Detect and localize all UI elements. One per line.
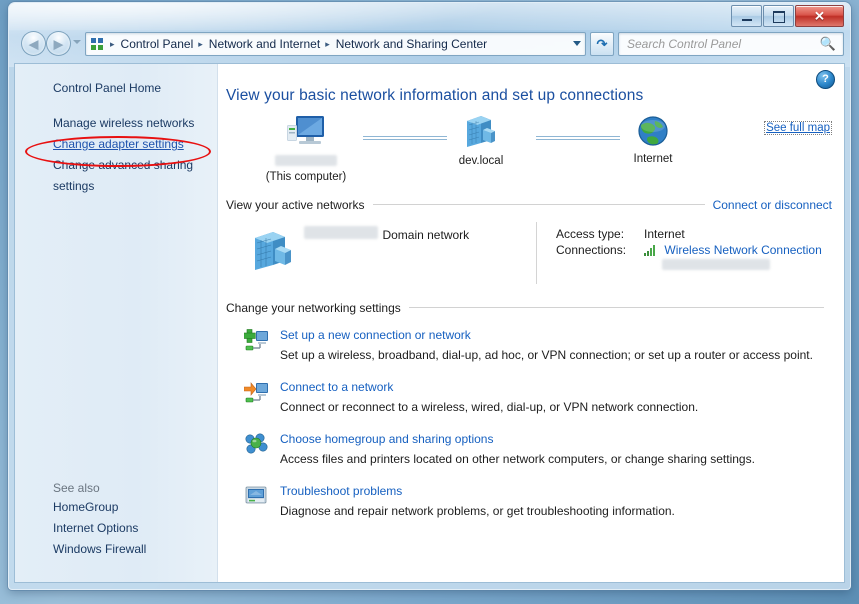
active-network-details: Access type: Internet Connections: Wirel…	[556, 226, 822, 271]
sidebar-item-change-advanced-sharing-settings[interactable]: Change advanced sharing	[15, 155, 217, 176]
troubleshoot-icon	[244, 485, 270, 509]
access-type-row: Access type: Internet	[556, 226, 822, 242]
setting-set-up-new-connection[interactable]: Set up a new connection or network Set u…	[226, 327, 832, 373]
sidebar-item-windows-firewall[interactable]: Windows Firewall	[15, 539, 217, 560]
set-up-new-connection-description: Set up a wireless, broadband, dial-up, a…	[280, 348, 813, 362]
network-map-node-computer-label: (This computer)	[246, 155, 366, 184]
breadcrumb-separator-2[interactable]: ▸	[322, 39, 334, 50]
connections-value: Wireless Network Connection	[644, 242, 822, 271]
connections-row: Connections: Wireless Network Connection	[556, 242, 822, 271]
network-map-node-domain-label: dev.local	[458, 155, 504, 167]
help-icon[interactable]: ?	[816, 70, 835, 89]
breadcrumb-separator-0[interactable]: ▸	[107, 39, 119, 50]
networking-settings-header: Change your networking settings	[226, 298, 832, 317]
computer-icon	[246, 113, 366, 153]
redacted-ssid	[662, 259, 771, 270]
network-map-node-internet-label: Internet	[633, 153, 673, 165]
access-type-value: Internet	[644, 227, 685, 241]
connect-to-network-description: Connect or reconnect to a wireless, wire…	[280, 400, 699, 414]
active-network-text: Domain network	[304, 226, 469, 244]
redacted-network-name	[304, 226, 378, 239]
homegroup-icon	[244, 433, 270, 457]
connections-label: Connections:	[556, 243, 627, 257]
window-title-bar: ✕ ◀ ▶ ▸ Control Panel ▸ Network and Inte…	[9, 3, 850, 67]
wireless-network-connection-link[interactable]: Wireless Network Connection	[664, 243, 821, 257]
sidebar-item-manage-wireless-networks[interactable]: Manage wireless networks	[15, 113, 217, 134]
see-full-map-link[interactable]: See full map	[764, 121, 832, 135]
minimize-icon	[742, 19, 752, 21]
forward-arrow-icon: ▶	[53, 36, 64, 51]
back-button[interactable]: ◀	[21, 31, 46, 56]
search-input[interactable]: Search Control Panel	[627, 37, 820, 51]
minimize-button[interactable]	[731, 5, 762, 27]
sidebar-item-control-panel-home[interactable]: Control Panel Home	[15, 78, 217, 99]
refresh-icon: ↷	[596, 36, 608, 52]
see-also-section: See also HomeGroup Internet Options Wind…	[15, 479, 217, 560]
active-network-panel: Domain network Access type: Internet Con…	[226, 220, 832, 298]
explorer-window: ✕ ◀ ▶ ▸ Control Panel ▸ Network and Inte…	[8, 2, 851, 590]
breadcrumb-item-network-and-internet[interactable]: Network and Internet	[207, 37, 322, 51]
sidebar-item-change-advanced-sharing-settings-line2: settings	[53, 179, 95, 193]
sidebar-item-internet-options[interactable]: Internet Options	[15, 518, 217, 539]
network-map-node-internet[interactable]: Internet	[593, 113, 713, 167]
signal-bars-icon	[644, 244, 658, 256]
breadcrumb-item-network-and-sharing-center[interactable]: Network and Sharing Center	[334, 37, 489, 51]
breadcrumb: ▸ Control Panel ▸ Network and Internet ▸…	[107, 37, 489, 51]
address-bar[interactable]: ▸ Control Panel ▸ Network and Internet ▸…	[85, 32, 586, 56]
connect-or-disconnect-link[interactable]: Connect or disconnect	[713, 198, 832, 212]
window-client-area: Control Panel Home Manage wireless netwo…	[14, 63, 845, 583]
access-type-label: Access type:	[556, 227, 625, 241]
sidebar-item-homegroup[interactable]: HomeGroup	[15, 497, 217, 518]
search-icon: 🔍	[819, 36, 836, 51]
network-map-node-computer-sublabel: (This computer)	[265, 171, 347, 183]
set-up-new-connection-link[interactable]: Set up a new connection or network	[280, 327, 832, 343]
breadcrumb-item-control-panel[interactable]: Control Panel	[119, 37, 196, 51]
sidebar-item-change-adapter-settings[interactable]: Change adapter settings	[15, 134, 217, 155]
troubleshoot-problems-link[interactable]: Troubleshoot problems	[280, 483, 832, 499]
main-content: ? View your basic network information an…	[218, 64, 844, 582]
navigation-bar: ◀ ▶ ▸ Control Panel ▸ Network and Intern…	[17, 31, 844, 57]
caption-button-group: ✕	[730, 5, 844, 27]
add-connection-icon	[244, 329, 270, 353]
active-networks-header: View your active networks Connect or dis…	[226, 195, 832, 214]
page-title: View your basic network information and …	[226, 87, 644, 104]
choose-homegroup-description: Access files and printers located on oth…	[280, 452, 755, 466]
choose-homegroup-link[interactable]: Choose homegroup and sharing options	[280, 431, 832, 447]
maximize-icon	[773, 11, 785, 23]
search-box[interactable]: Search Control Panel 🔍	[618, 32, 844, 56]
forward-button[interactable]: ▶	[46, 31, 71, 56]
networking-settings-heading: Change your networking settings	[226, 300, 401, 315]
network-map-node-domain[interactable]: dev.local	[421, 113, 541, 169]
network-map: See full map (This computer) dev.local I…	[218, 109, 844, 195]
setting-connect-to-network[interactable]: Connect to a network Connect or reconnec…	[226, 379, 832, 425]
header-rule	[372, 204, 705, 205]
network-map-node-computer[interactable]: (This computer)	[246, 113, 366, 184]
address-dropdown-icon[interactable]	[573, 41, 581, 46]
connect-to-network-link[interactable]: Connect to a network	[280, 379, 832, 395]
setting-troubleshoot-problems[interactable]: Troubleshoot problems Diagnose and repai…	[226, 483, 832, 529]
troubleshoot-problems-description: Diagnose and repair network problems, or…	[280, 504, 675, 518]
active-network-server-icon	[248, 228, 298, 274]
server-icon	[421, 113, 541, 151]
breadcrumb-separator-1[interactable]: ▸	[195, 39, 207, 50]
active-networks-heading: View your active networks	[226, 197, 365, 212]
redacted-computer-name	[275, 155, 337, 166]
recent-pages-chevron-icon[interactable]	[73, 40, 81, 44]
active-network-type: Domain network	[382, 228, 470, 242]
maximize-button[interactable]	[763, 5, 794, 27]
see-also-label: See also	[53, 481, 100, 495]
back-arrow-icon: ◀	[28, 36, 39, 51]
close-button[interactable]: ✕	[795, 5, 844, 27]
globe-icon	[593, 113, 713, 149]
networking-settings-list: Set up a new connection or network Set u…	[226, 327, 832, 529]
close-icon: ✕	[814, 8, 825, 24]
task-sidebar: Control Panel Home Manage wireless netwo…	[15, 64, 218, 582]
connect-network-icon	[244, 381, 270, 405]
setting-choose-homegroup[interactable]: Choose homegroup and sharing options Acc…	[226, 431, 832, 477]
refresh-button[interactable]: ↷	[590, 32, 614, 56]
panel-divider	[536, 222, 537, 284]
control-panel-icon	[89, 36, 105, 52]
header-rule	[408, 307, 824, 308]
